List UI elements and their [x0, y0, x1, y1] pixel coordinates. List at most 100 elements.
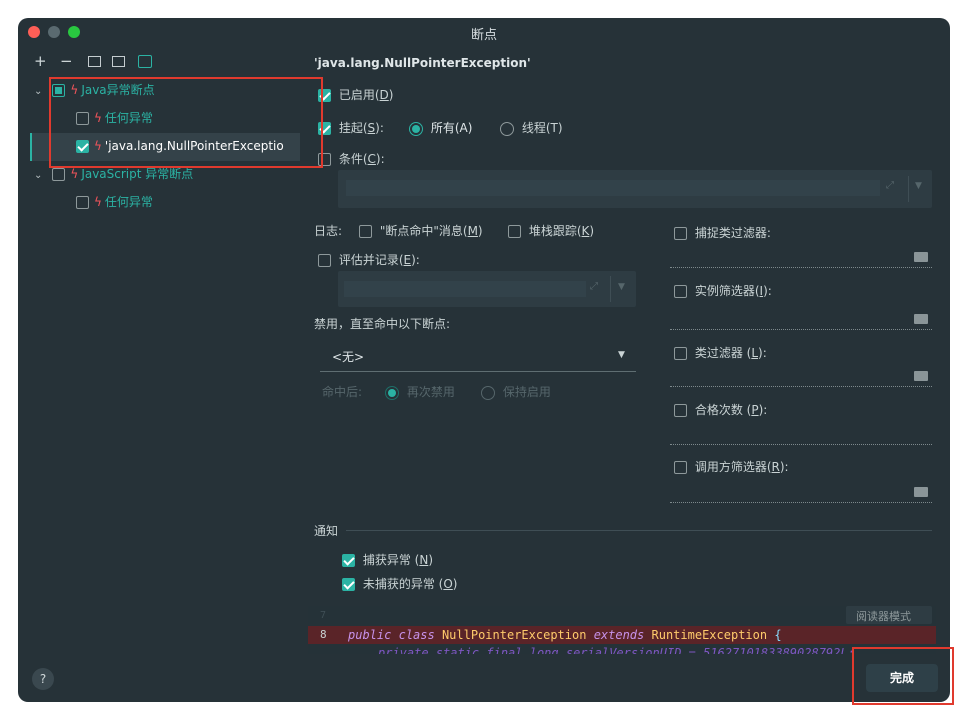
annotation-highlight-done: [852, 647, 954, 705]
notify-uncaught-option[interactable]: 未捕获的异常 (O): [342, 575, 457, 592]
condition-input[interactable]: [346, 180, 880, 196]
enabled-option[interactable]: 已启用(D): [318, 86, 393, 103]
suspend-thread-label: 线程(T): [521, 121, 563, 135]
dropdown-arrow-icon[interactable]: ▼: [618, 350, 625, 360]
disable-until-label: 禁用，直至命中以下断点:: [314, 317, 451, 331]
evaluate-log-mnemonic: E: [403, 253, 412, 267]
suspend-all-radio[interactable]: 所有(A): [409, 119, 472, 136]
folder-icon[interactable]: [914, 371, 928, 381]
evaluate-log-label: 评估并记录(: [338, 253, 404, 267]
notify-caught-mnemonic: N: [419, 553, 429, 567]
pass-count-field[interactable]: [670, 444, 932, 445]
class-filter-option[interactable]: 类过滤器 (L):: [674, 344, 767, 361]
class-filter-checkbox[interactable]: [674, 347, 687, 360]
notify-uncaught-label-end: ): [452, 577, 458, 591]
enabled-label: 已启用(: [338, 88, 380, 102]
dropdown-arrow-icon[interactable]: ▼: [618, 282, 625, 292]
folder-icon[interactable]: [914, 314, 928, 324]
line-number-7: 7: [320, 610, 327, 621]
class-filter-field[interactable]: [670, 386, 932, 387]
disable-again-radio[interactable]: 再次禁用: [385, 383, 455, 400]
after-hit-label: 命中后:: [322, 385, 363, 399]
caller-filter-field[interactable]: [670, 502, 932, 503]
caller-filter-option[interactable]: 调用方筛选器(R):: [674, 458, 789, 475]
keep-enabled-radio-button[interactable]: [481, 385, 495, 400]
enabled-label-end: ): [388, 88, 394, 102]
disable-until-select[interactable]: <无> ▼: [320, 340, 636, 372]
pass-count-label-end: ):: [758, 403, 768, 417]
help-button[interactable]: ?: [32, 668, 54, 690]
pass-count-checkbox[interactable]: [674, 404, 687, 417]
notify-uncaught-label: 未捕获的异常 (: [362, 577, 444, 591]
notify-caught-checkbox[interactable]: [342, 554, 355, 567]
notify-caught-label-end: ): [428, 553, 433, 567]
instance-filter-label-end: ):: [763, 284, 772, 298]
class-filter-label: 类过滤器 (: [694, 346, 752, 360]
folder-icon[interactable]: [914, 252, 928, 262]
instance-filter-field[interactable]: [670, 329, 932, 330]
evaluate-log-field[interactable]: ⤢ ▼: [338, 271, 636, 307]
keyword-class: class: [398, 628, 435, 642]
expand-icon[interactable]: ⤢: [590, 281, 598, 292]
condition-label: 条件(: [338, 152, 368, 166]
disable-again-radio-button[interactable]: [385, 385, 399, 400]
group-by-package-icon[interactable]: [88, 56, 101, 67]
folder-icon[interactable]: [914, 487, 928, 497]
tree-group-javascript-label: JavaScript 异常断点: [81, 167, 194, 181]
remove-breakpoint-button[interactable]: −: [60, 52, 73, 70]
notify-uncaught-checkbox[interactable]: [342, 578, 355, 591]
reader-mode-button[interactable]: 阅读器模式: [846, 606, 932, 624]
keyword-public: public: [348, 628, 392, 642]
catch-filter-checkbox[interactable]: [674, 227, 687, 240]
tree-item-js-any[interactable]: ϟ 任何异常: [76, 189, 153, 215]
class-filter-mnemonic: L: [751, 346, 759, 360]
enabled-mnemonic: D: [379, 88, 389, 102]
keep-enabled-radio[interactable]: 保持启用: [481, 383, 551, 400]
instance-filter-checkbox[interactable]: [674, 285, 687, 298]
pass-count-option[interactable]: 合格次数 (P):: [674, 401, 767, 418]
caller-filter-label: 调用方筛选器(: [694, 460, 772, 474]
catch-filter-label: 捕捉类过滤器:: [694, 226, 771, 240]
chevron-down-icon[interactable]: ⌄: [34, 170, 42, 181]
chevron-down-icon[interactable]: ⌄: [34, 86, 42, 97]
add-breakpoint-button[interactable]: +: [34, 52, 47, 70]
pass-count-label: 合格次数 (: [694, 403, 752, 417]
instance-filter-option[interactable]: 实例筛选器(I):: [674, 282, 772, 299]
evaluate-log-option[interactable]: 评估并记录(E):: [318, 251, 420, 268]
breakpoint-heading: 'java.lang.NullPointerException': [314, 56, 531, 70]
js-group-checkbox[interactable]: [52, 168, 66, 181]
notify-uncaught-mnemonic: O: [443, 577, 453, 591]
evaluate-log-input[interactable]: [344, 281, 586, 297]
catch-filter-option[interactable]: 捕捉类过滤器:: [674, 224, 771, 241]
dropdown-arrow-icon[interactable]: ▼: [915, 181, 922, 191]
condition-mnemonic: C: [367, 152, 376, 166]
suspend-thread-radio-button[interactable]: [500, 121, 514, 136]
log-message-checkbox[interactable]: [359, 225, 372, 238]
notify-label: 通知: [314, 524, 339, 538]
log-message-option[interactable]: "断点命中"消息(M): [359, 222, 483, 239]
stack-trace-option[interactable]: 堆栈跟踪(K): [508, 222, 594, 239]
evaluate-log-checkbox[interactable]: [318, 254, 331, 267]
view-breakpoint-icon[interactable]: [138, 55, 152, 68]
notify-caught-option[interactable]: 捕获异常 (N): [342, 551, 433, 568]
caller-filter-checkbox[interactable]: [674, 461, 687, 474]
field-divider: [908, 176, 909, 202]
suspend-thread-radio[interactable]: 线程(T): [500, 119, 563, 136]
log-label: 日志:: [314, 224, 343, 238]
js-any-checkbox[interactable]: [76, 196, 89, 209]
condition-option[interactable]: 条件(C):: [318, 150, 385, 167]
suspend-option[interactable]: 挂起(S):: [318, 119, 384, 136]
condition-field[interactable]: ⤢ ▼: [338, 170, 932, 208]
line-number-8: 8: [320, 628, 327, 641]
expand-icon[interactable]: ⤢: [886, 180, 894, 191]
exception-bolt-icon: ϟ: [94, 195, 102, 209]
catch-filter-field[interactable]: [670, 267, 932, 268]
suspend-all-radio-button[interactable]: [409, 121, 423, 136]
notify-caught-label: 捕获异常 (: [362, 553, 420, 567]
code-line-8: public class NullPointerException extend…: [348, 628, 782, 642]
group-by-class-icon[interactable]: [112, 56, 125, 67]
stack-trace-checkbox[interactable]: [508, 225, 521, 238]
field-divider: [610, 276, 611, 302]
window-title: 断点: [470, 28, 497, 43]
open-brace: {: [774, 628, 782, 642]
